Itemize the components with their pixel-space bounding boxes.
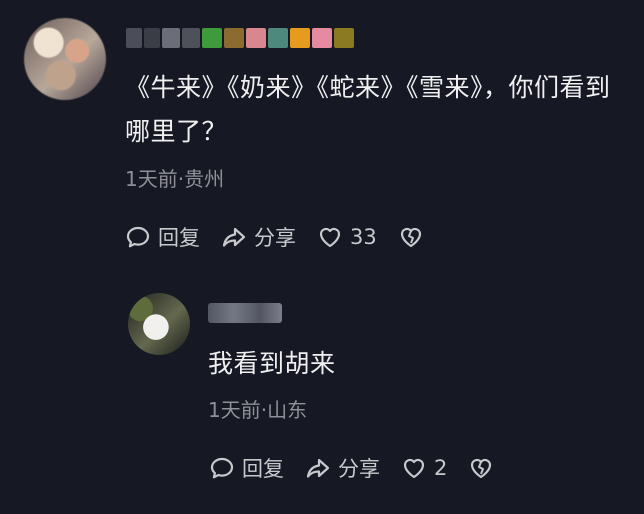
reply-actions: 回复 分享 2 <box>208 453 515 483</box>
commenter-username[interactable] <box>126 28 354 48</box>
reply-share-button[interactable]: 分享 <box>304 453 380 483</box>
reply-meta: 1天前·山东 <box>208 398 308 422</box>
comment-text-line2: 哪里了？ <box>125 117 228 146</box>
like-button[interactable]: 33 <box>316 223 377 251</box>
replier-username[interactable] <box>208 303 282 323</box>
commenter-avatar[interactable] <box>24 18 106 100</box>
heart-icon <box>319 227 341 248</box>
comment-text: 《牛来》《奶来》《蛇来》《雪来》，你们看到 哪里了？ <box>125 66 611 154</box>
reply-label: 回复 <box>242 457 284 481</box>
broken-heart-icon <box>400 227 421 248</box>
broken-heart-icon <box>471 458 492 479</box>
reply-text: 我看到胡来 <box>208 349 336 378</box>
dislike-button[interactable] <box>397 223 425 251</box>
replier-avatar[interactable] <box>128 293 190 355</box>
reply-label: 回复 <box>158 226 200 250</box>
reply-button[interactable]: 回复 <box>124 222 200 252</box>
share-arrow-icon <box>306 458 330 478</box>
share-label: 分享 <box>254 226 296 250</box>
like-count: 2 <box>434 456 448 480</box>
share-label: 分享 <box>338 457 380 481</box>
reply-like-button[interactable]: 2 <box>400 454 447 482</box>
like-count: 33 <box>350 225 377 249</box>
reply-dislike-button[interactable] <box>467 454 495 482</box>
comment-meta: 1天前·贵州 <box>125 167 225 191</box>
heart-icon <box>403 458 425 479</box>
reply-bubble-icon <box>210 457 234 479</box>
comment-actions: 回复 分享 33 <box>124 222 445 252</box>
comment-text-line1: 《牛来》《奶来》《蛇来》《雪来》，你们看到 <box>125 73 611 102</box>
reply-bubble-icon <box>126 226 150 248</box>
reply-reply-button[interactable]: 回复 <box>208 453 284 483</box>
share-button[interactable]: 分享 <box>220 222 296 252</box>
share-arrow-icon <box>222 227 246 247</box>
